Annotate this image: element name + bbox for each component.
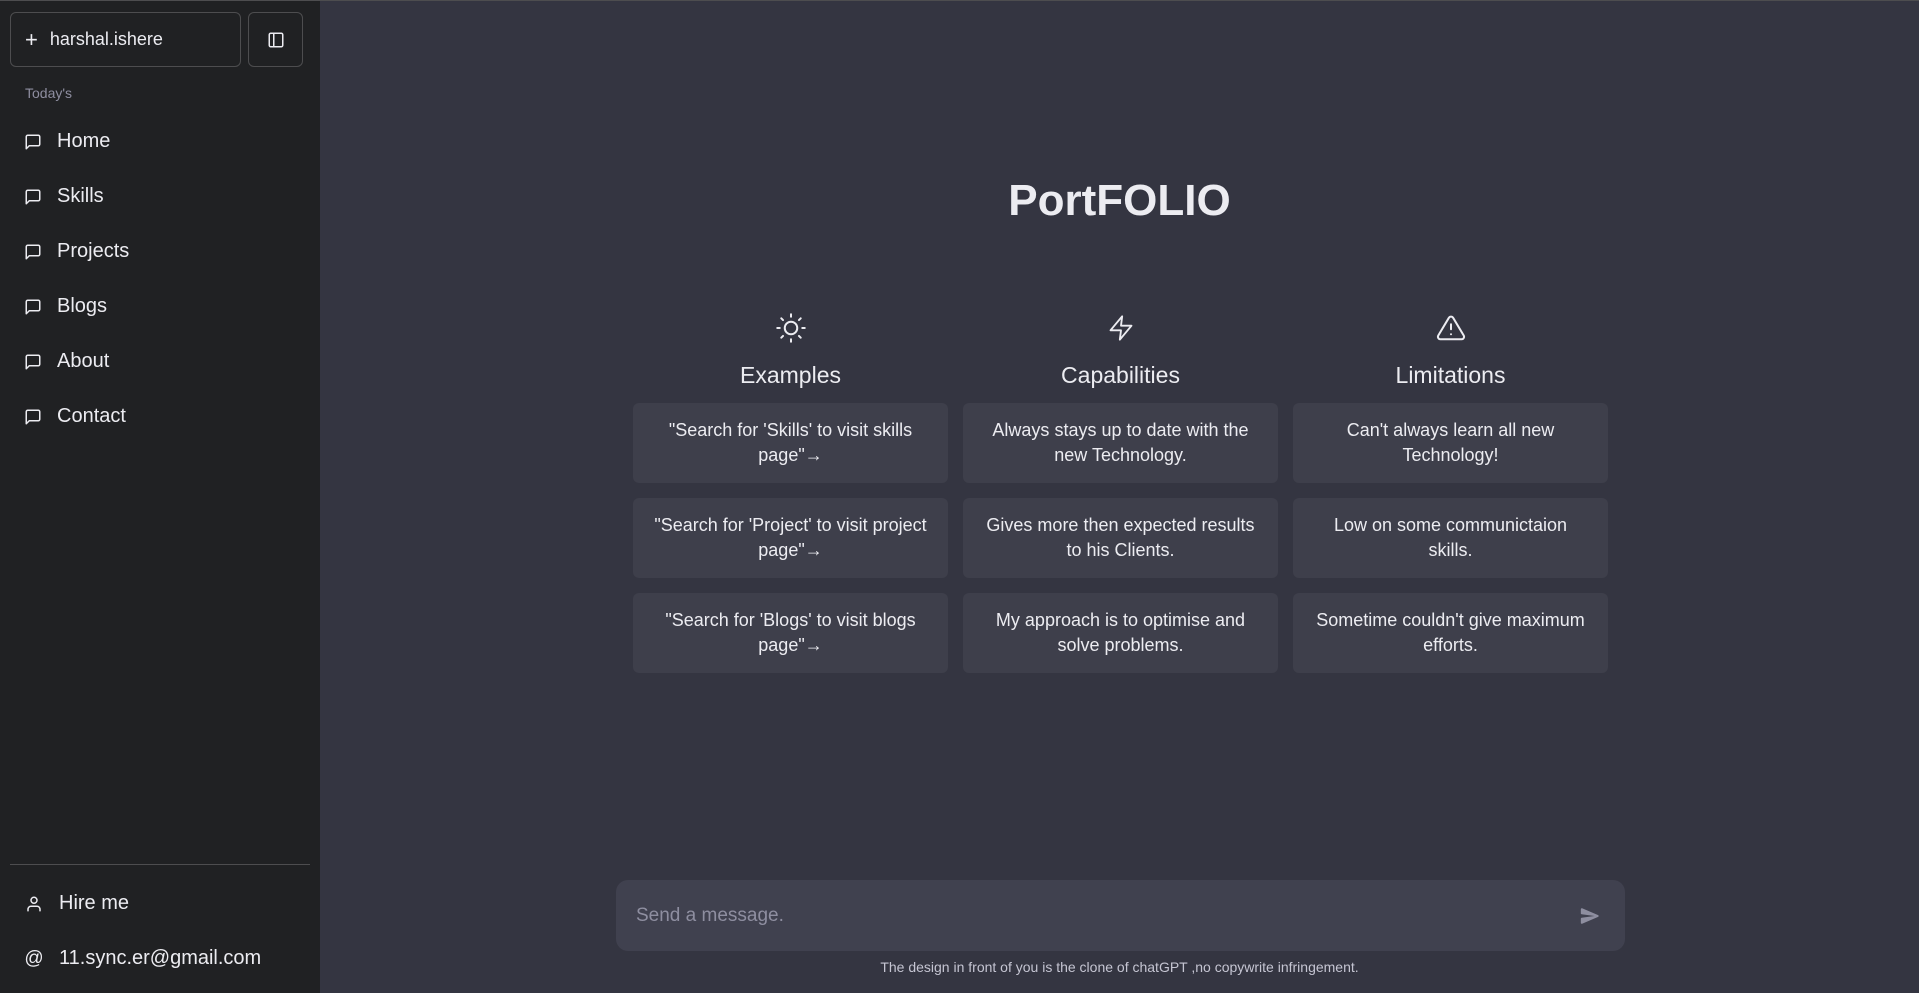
section-label-today: Today's	[25, 85, 73, 101]
sidebar-item-about[interactable]: About	[0, 334, 320, 389]
warning-icon	[1436, 311, 1466, 345]
chat-bubble-icon	[25, 299, 41, 314]
column-title: Capabilities	[1061, 362, 1180, 388]
capability-card: Gives more then expected results to his …	[963, 498, 1278, 578]
message-composer	[616, 880, 1625, 951]
info-columns: Examples "Search for 'Skills' to visit s…	[633, 311, 1608, 688]
sidebar-item-label: Blogs	[57, 295, 108, 317]
chat-bubble-icon	[25, 189, 41, 204]
send-icon	[1580, 907, 1599, 924]
chat-bubble-icon	[25, 134, 41, 149]
at-icon: @	[24, 947, 44, 969]
new-chat-label: harshal.ishere	[49, 29, 163, 49]
sidebar-item-label: Projects	[57, 240, 130, 262]
email-link[interactable]: @ 11.sync.er@gmail.com	[24, 947, 261, 970]
sidebar-item-label: Contact	[57, 405, 126, 427]
limitation-card: Can't always learn all new Technology!	[1293, 403, 1608, 483]
example-card[interactable]: "Search for 'Blogs' to visit blogs page"…	[633, 593, 948, 673]
capability-card: Always stays up to date with the new Tec…	[963, 403, 1278, 483]
example-card[interactable]: "Search for 'Skills' to visit skills pag…	[633, 403, 948, 483]
sidebar-item-label: About	[57, 350, 110, 372]
sidebar-item-projects[interactable]: Projects	[0, 224, 320, 279]
send-button[interactable]	[1575, 901, 1605, 931]
column-title: Limitations	[1395, 362, 1506, 388]
sun-icon	[775, 311, 806, 345]
column-examples: Examples "Search for 'Skills' to visit s…	[633, 311, 948, 688]
page-title: PortFOLIO	[1008, 176, 1231, 225]
user-icon	[24, 895, 44, 913]
sidebar-divider	[10, 864, 310, 865]
limitation-card: Low on some communictaion skills.	[1293, 498, 1608, 578]
main-panel: PortFOLIO Examples "Search for 'Skills' …	[320, 0, 1919, 993]
hire-me-label: Hire me	[59, 892, 130, 914]
message-input[interactable]	[636, 904, 1575, 927]
example-card[interactable]: "Search for 'Project' to visit project p…	[633, 498, 948, 578]
plus-icon: +	[25, 26, 38, 52]
sidebar-panel-icon	[268, 32, 283, 47]
lightning-icon	[1107, 311, 1135, 345]
column-capabilities: Capabilities Always stays up to date wit…	[963, 311, 1278, 688]
sidebar-item-skills[interactable]: Skills	[0, 169, 320, 224]
sidebar-item-home[interactable]: Home	[0, 114, 320, 169]
column-limitations: Limitations Can't always learn all new T…	[1293, 311, 1608, 688]
sidebar-item-label: Skills	[57, 185, 104, 207]
sidebar-item-blogs[interactable]: Blogs	[0, 279, 320, 334]
email-label: 11.sync.er@gmail.com	[59, 947, 262, 969]
sidebar-item-label: Home	[57, 130, 111, 152]
chat-bubble-icon	[25, 244, 41, 259]
limitation-card: Sometime couldn't give maximum efforts.	[1293, 593, 1608, 673]
sidebar-toggle-button[interactable]	[248, 12, 303, 67]
capability-card: My approach is to optimise and solve pro…	[963, 593, 1278, 673]
hire-me-link[interactable]: Hire me	[24, 892, 129, 915]
chat-bubble-icon	[25, 409, 41, 424]
sidebar: + harshal.ishere Today's Home Skills Pro…	[0, 0, 320, 993]
sidebar-item-contact[interactable]: Contact	[0, 389, 320, 444]
footer-disclaimer: The design in front of you is the clone …	[880, 959, 1359, 975]
new-chat-button[interactable]: + harshal.ishere	[10, 12, 241, 67]
column-title: Examples	[740, 362, 841, 388]
chat-bubble-icon	[25, 354, 41, 369]
sidebar-nav: Home Skills Projects Blogs About Contact	[0, 114, 320, 444]
